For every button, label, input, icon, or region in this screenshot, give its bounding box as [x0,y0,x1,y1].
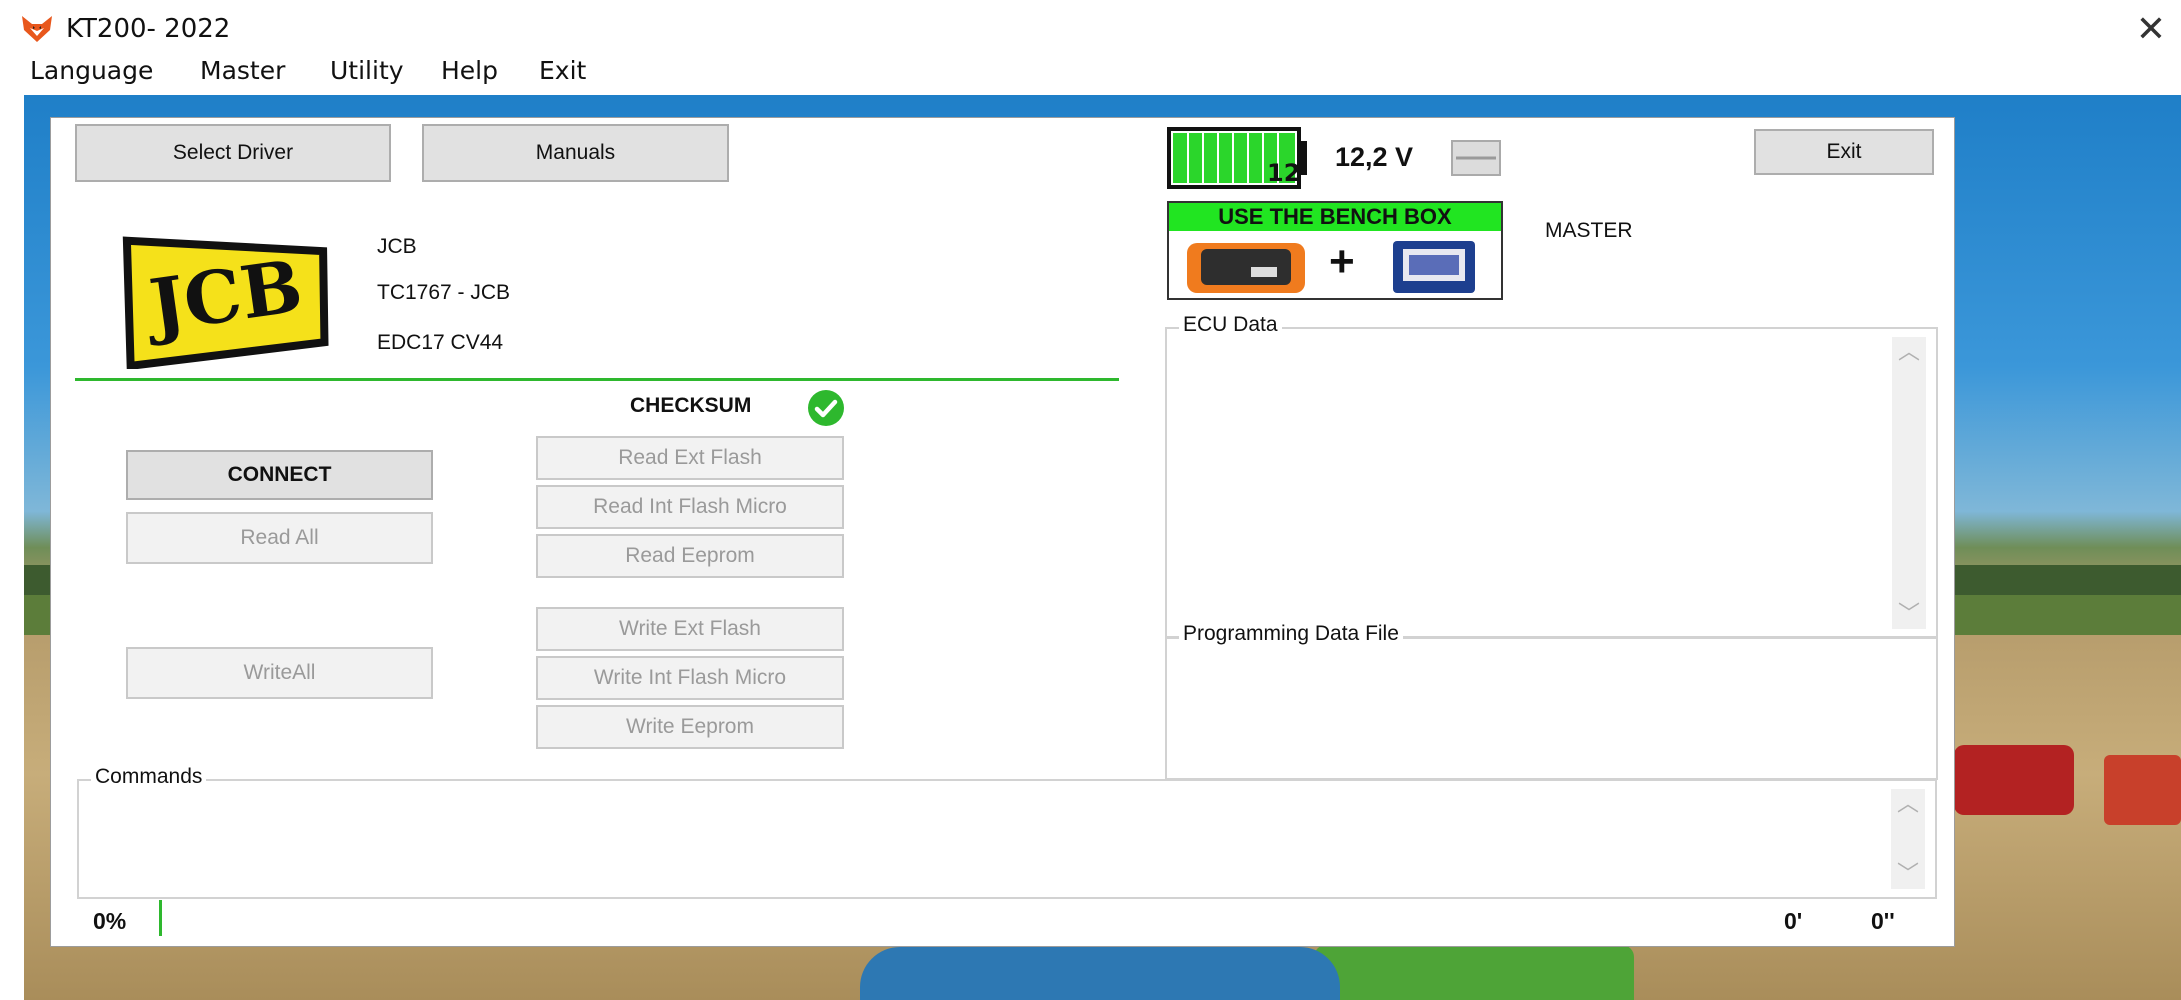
write-int-flash-micro-button[interactable]: Write Int Flash Micro [536,656,844,700]
battery-icon: 12 [1167,127,1307,189]
read-int-flash-micro-button[interactable]: Read Int Flash Micro [536,485,844,529]
ecu-model: TC1767 - JCB [377,281,511,304]
programming-data-file-title: Programming Data File [1179,622,1403,646]
fox-logo-icon [22,16,52,42]
ecu-data-title: ECU Data [1179,313,1282,337]
menu-language[interactable]: Language [30,56,153,85]
ecu-data-group: ECU Data ︿ ﹀ [1165,313,1938,639]
ecu-type: EDC17 CV44 [377,331,504,354]
exit-button[interactable]: Exit [1754,129,1934,175]
elapsed-minutes: 0' [1784,908,1803,934]
menu-master[interactable]: Master [200,56,285,85]
battery-level: 12 [1267,159,1300,187]
menu-help[interactable]: Help [441,56,498,85]
bench-box-device-image [1393,241,1475,293]
menu-bar: Language Master Utility Help Exit [0,52,2181,92]
checksum-ok-icon [808,390,844,426]
checksum-label: CHECKSUM [630,394,752,417]
write-eeprom-button[interactable]: Write Eeprom [536,705,844,749]
write-ext-flash-button[interactable]: Write Ext Flash [536,607,844,651]
scroll-down-icon[interactable]: ﹀ [1892,599,1926,629]
battery-voltage: 12,2 V [1335,142,1414,172]
bench-box-panel: USE THE BENCH BOX + [1167,201,1503,300]
bench-box-plus: + [1329,237,1355,286]
title-bar: KT200- 2022 ✕ [0,0,2181,60]
mode-label: MASTER [1545,219,1633,242]
ecu-data-scrollbar[interactable]: ︿ ﹀ [1892,337,1926,629]
elapsed-seconds: 0'' [1871,908,1895,934]
commands-group: Commands ︿ ﹀ [77,765,1937,899]
read-all-button[interactable]: Read All [126,512,433,564]
separator-line [75,378,1119,381]
red-baler-image [2104,755,2181,825]
green-tractor-image [1314,945,1634,1000]
blue-overlay-shape [860,947,1340,1000]
battery-status-icon [1451,140,1501,176]
read-ext-flash-button[interactable]: Read Ext Flash [536,436,844,480]
scroll-down-icon[interactable]: ﹀ [1891,859,1925,889]
connect-button[interactable]: CONNECT [126,450,433,500]
progress-bar [159,900,162,936]
main-dialog: Select Driver Manuals Exit JCB JCB TC176… [50,117,1955,947]
red-tractor-image [1954,745,2074,815]
kt200-device-image [1187,243,1305,293]
manuals-button[interactable]: Manuals [422,124,729,182]
menu-exit[interactable]: Exit [539,56,586,85]
jcb-logo: JCB [122,236,329,369]
programming-data-file-group: Programming Data File [1165,622,1938,780]
write-all-button[interactable]: WriteAll [126,647,433,699]
progress-percent: 0% [93,908,127,934]
menu-utility[interactable]: Utility [330,56,404,85]
window-title: KT200- 2022 [66,14,231,44]
scroll-up-icon[interactable]: ︿ [1891,789,1925,819]
scroll-up-icon[interactable]: ︿ [1892,337,1926,367]
read-eeprom-button[interactable]: Read Eeprom [536,534,844,578]
commands-scrollbar[interactable]: ︿ ﹀ [1891,789,1925,889]
bench-box-title: USE THE BENCH BOX [1169,203,1501,231]
vehicle-make: JCB [377,235,417,258]
commands-title: Commands [91,765,207,789]
select-driver-button[interactable]: Select Driver [75,124,391,182]
close-icon[interactable]: ✕ [2131,10,2171,50]
